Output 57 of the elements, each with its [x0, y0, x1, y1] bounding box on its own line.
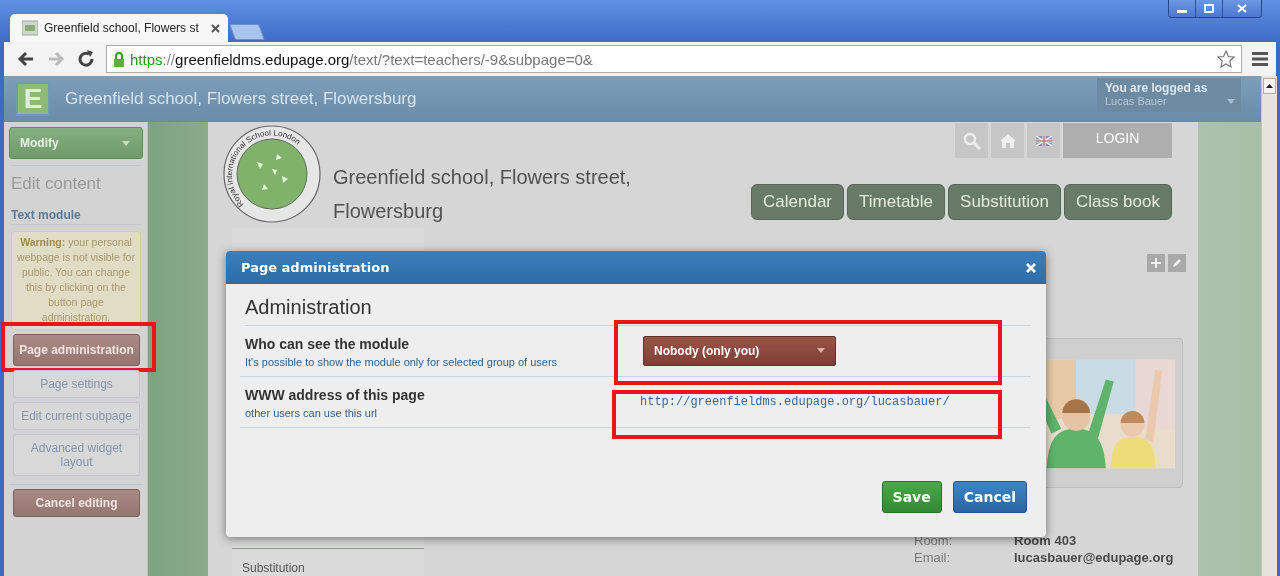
save-button[interactable]: Save: [881, 481, 942, 513]
lock-icon: [113, 51, 125, 67]
caret-icon: [122, 141, 130, 146]
reload-icon[interactable]: [76, 49, 96, 69]
new-tab-button[interactable]: [229, 24, 265, 40]
nav-button[interactable]: Calendar: [751, 184, 845, 220]
field-hint: other users can use this url: [245, 407, 379, 419]
flag-icon: [1035, 135, 1052, 146]
close-icon[interactable]: [211, 23, 220, 33]
url-field[interactable]: https://greenfieldms.edupage.org/text/?text=teachers/-9&subpage=0&: [106, 45, 1242, 73]
sidebar-button[interactable]: Page administration: [13, 334, 140, 366]
field-label: WWW address of this page: [245, 387, 426, 403]
field-label: Who can see the module: [245, 336, 411, 352]
detail-value: lucasbauer@edupage.org: [1014, 551, 1174, 565]
language-button[interactable]: [1027, 123, 1060, 158]
maximize-button[interactable]: [1195, 0, 1222, 17]
back-icon[interactable]: [16, 49, 36, 69]
minimize-button[interactable]: [1169, 0, 1195, 17]
sidebar-button[interactable]: Edit current subpage: [13, 402, 140, 430]
sidebar-button[interactable]: Page settings: [13, 370, 140, 398]
favicon-icon: [22, 20, 38, 36]
school-name: Greenfield school, Flowers street, Flowersburg: [333, 165, 632, 224]
menu-item[interactable]: Substitution: [232, 548, 424, 576]
browser-tab[interactable]: Greenfield school, Flowers st: [10, 14, 228, 42]
nav-button[interactable]: Class book: [1063, 184, 1172, 220]
login-button[interactable]: LOGIN: [1063, 123, 1172, 158]
detail-label: Email:: [914, 551, 952, 565]
star-icon[interactable]: [1217, 50, 1235, 68]
cancel-button[interactable]: Cancel: [952, 481, 1027, 513]
caret-icon: [817, 348, 825, 353]
plus-icon: [1151, 258, 1161, 268]
menu-icon[interactable]: [1252, 52, 1268, 66]
account-menu[interactable]: You are logged as Lucas Bauer: [1097, 78, 1241, 112]
warning-message: Warning: your personal webpage is not visible for public. You can change this by clicking on the button page administration.: [11, 231, 141, 330]
dialog-title: Page administration: [241, 260, 390, 275]
modify-dropdown[interactable]: Modify: [9, 127, 143, 159]
home-icon: [998, 132, 1017, 149]
close-icon: [1237, 4, 1247, 13]
window-close-button[interactable]: [1222, 0, 1261, 17]
maximize-icon: [1204, 4, 1214, 13]
sidebar-button[interactable]: Advanced widget layout: [13, 434, 140, 476]
detail-value: Room 403: [1014, 534, 1078, 548]
visibility-dropdown[interactable]: Nobody (only you): [643, 336, 836, 366]
site-title: Greenfield school, Flowers street, Flowersburg: [65, 89, 417, 109]
nav-button[interactable]: Timetable: [847, 184, 946, 220]
scrollbar[interactable]: [1261, 76, 1277, 576]
section-title: Text module: [11, 208, 141, 225]
page-url-link[interactable]: http://greenfieldms.edupage.org/lucasbauer/: [640, 395, 950, 409]
nav-button[interactable]: Substitution: [948, 184, 1061, 220]
sidebar-button[interactable]: Cancel editing: [13, 489, 140, 517]
section-heading: Administration: [245, 296, 1031, 326]
caret-icon: [1227, 99, 1235, 104]
scroll-up-icon[interactable]: [1266, 84, 1273, 88]
pencil-icon: [1172, 258, 1182, 268]
sidebar-heading: Edit content: [11, 174, 102, 194]
field-hint: It's possible to show the module only for selected group of users: [245, 356, 559, 368]
search-icon: [962, 131, 981, 150]
